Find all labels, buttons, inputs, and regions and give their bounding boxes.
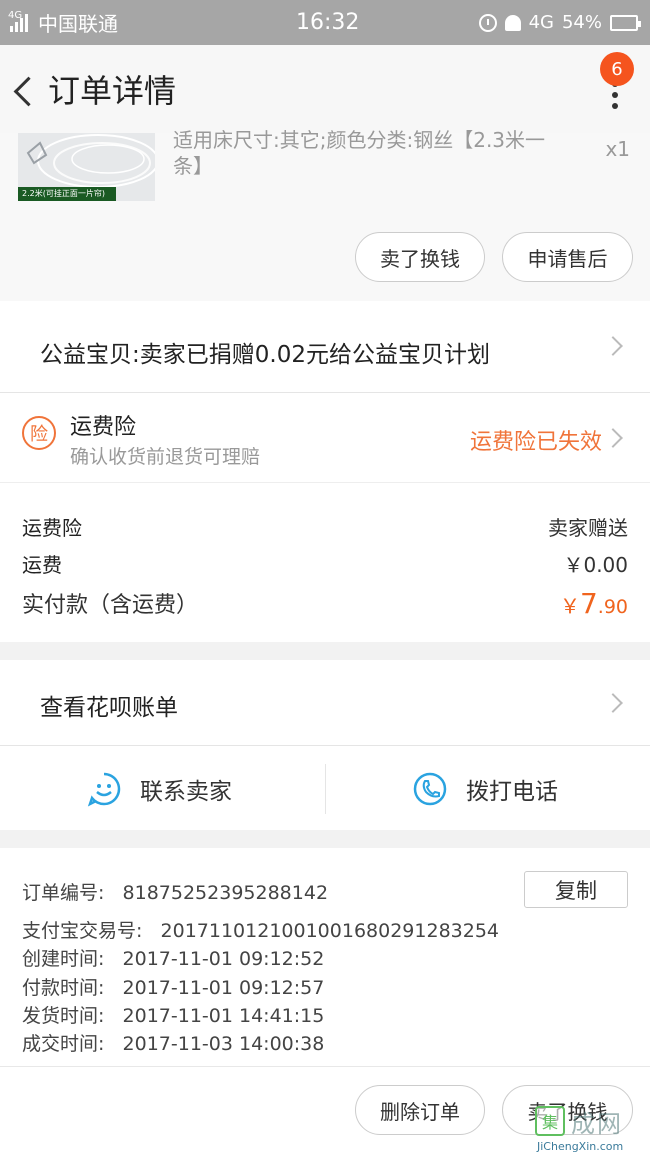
contact-seller-button[interactable]: 联系卖家 xyxy=(86,746,232,831)
chat-smile-icon xyxy=(87,772,121,806)
created-time-row: 创建时间: 2017-11-01 09:12:52 xyxy=(22,944,324,971)
order-number-label: 订单编号: xyxy=(22,882,105,904)
total-integer: 7 xyxy=(579,587,598,620)
watermark-url: JiChengXin.com xyxy=(537,1140,624,1153)
paid-time-row: 付款时间: 2017-11-01 09:12:57 xyxy=(22,973,324,1000)
battery-icon xyxy=(610,14,641,31)
created-time-label: 创建时间: xyxy=(22,948,105,970)
carrier-name: 中国联通 xyxy=(38,12,118,36)
alipay-number-label: 支付宝交易号: xyxy=(22,920,143,942)
after-sale-button[interactable]: 申请售后 xyxy=(502,232,633,282)
total-label: 实付款（含运费） xyxy=(22,593,199,618)
delete-order-button[interactable]: 删除订单 xyxy=(355,1085,485,1135)
status-bar: 4G 中国联通 16:32 4G 54% xyxy=(0,0,650,45)
order-number-row: 订单编号: 81875252395288142 xyxy=(22,878,328,905)
battery-percent: 54% xyxy=(561,12,602,33)
copy-button[interactable]: 复制 xyxy=(524,871,628,908)
completed-time: 2017-11-03 14:00:38 xyxy=(122,1033,325,1055)
huabei-text: 查看花呗账单 xyxy=(40,695,178,721)
mute-bell-icon xyxy=(504,14,521,31)
fee-value: 卖家赠送 xyxy=(548,516,628,540)
created-time: 2017-11-01 09:12:52 xyxy=(122,948,325,970)
divider xyxy=(325,764,326,814)
fee-label: 运费 xyxy=(22,553,62,577)
completed-time-row: 成交时间: 2017-11-03 14:00:38 xyxy=(22,1029,324,1056)
back-arrow-icon[interactable] xyxy=(4,59,48,119)
page-title: 订单详情 xyxy=(48,72,177,110)
shipped-time: 2017-11-01 14:41:15 xyxy=(122,1005,325,1027)
call-button[interactable]: 拨打电话 xyxy=(412,746,558,831)
fee-row-shipping: 运费 ￥0.00 xyxy=(22,549,628,578)
shipped-time-row: 发货时间: 2017-11-01 14:41:15 xyxy=(22,1001,324,1028)
insurance-title: 运费险 xyxy=(70,415,137,440)
sell-for-cash-button[interactable]: 卖了换钱 xyxy=(355,232,485,282)
completed-time-label: 成交时间: xyxy=(22,1033,105,1055)
alipay-number: 2017110121001001680291283254 xyxy=(160,920,500,942)
clock: 16:32 xyxy=(296,10,360,35)
watermark-logo-icon: 集 xyxy=(535,1106,565,1136)
total-currency: ￥ xyxy=(559,594,580,618)
thumbnail-caption: 2.2米(可挂正面一片帘) xyxy=(18,187,116,201)
product-thumbnail[interactable]: 2.2米(可挂正面一片帘) xyxy=(18,133,155,201)
insurance-icon: 险 xyxy=(22,416,56,450)
contact-bar: 联系卖家 拨打电话 xyxy=(0,745,650,830)
order-number: 81875252395288142 xyxy=(122,882,329,904)
huabei-bill-row[interactable]: 查看花呗账单 xyxy=(0,660,650,745)
chevron-right-icon xyxy=(603,336,623,356)
watermark: 集 成网 JiChengXin.com xyxy=(533,1102,650,1155)
shipped-time-label: 发货时间: xyxy=(22,1005,105,1027)
signal-icon: 4G xyxy=(8,10,28,32)
alarm-icon xyxy=(478,13,497,32)
call-label: 拨打电话 xyxy=(466,778,558,805)
insurance-subtitle: 确认收货前退货可理赔 xyxy=(70,446,261,468)
notification-badge: 6 xyxy=(600,52,634,86)
fee-summary: 运费险 卖家赠送 运费 ￥0.00 实付款（含运费） ￥7.90 xyxy=(0,482,650,642)
phone-icon xyxy=(413,772,447,805)
watermark-text: 成网 xyxy=(571,1110,623,1138)
product-card: 2.2米(可挂正面一片帘) 适用床尺寸:其它;颜色分类:钢丝【2.3米一条】 x… xyxy=(0,128,650,301)
chevron-right-icon xyxy=(603,428,623,448)
fee-label: 运费险 xyxy=(22,516,82,540)
nav-bar: 订单详情 6 xyxy=(0,45,650,133)
network-type: 4G xyxy=(528,12,554,33)
alipay-number-row: 支付宝交易号: 2017110121001001680291283254 xyxy=(22,916,499,943)
shipping-insurance-row[interactable]: 险 运费险 确认收货前退货可理赔 运费险已失效 xyxy=(0,392,650,482)
network-type-small: 4G xyxy=(8,9,23,21)
order-info: 订单编号: 81875252395288142 复制 支付宝交易号: 20171… xyxy=(0,848,650,1066)
charity-row[interactable]: 公益宝贝:卖家已捐赠0.02元给公益宝贝计划 xyxy=(0,301,650,392)
fee-row-insurance: 运费险 卖家赠送 xyxy=(22,512,628,541)
insurance-status: 运费险已失效 xyxy=(469,430,602,455)
total-amount: ￥7.90 xyxy=(560,587,628,620)
charity-text: 公益宝贝:卖家已捐赠0.02元给公益宝贝计划 xyxy=(40,342,490,368)
product-sku: 适用床尺寸:其它;颜色分类:钢丝【2.3米一条】 xyxy=(173,128,546,178)
total-decimal: .90 xyxy=(597,596,628,618)
fee-row-total: 实付款（含运费） ￥7.90 xyxy=(22,587,628,620)
paid-time: 2017-11-01 09:12:57 xyxy=(122,977,325,999)
product-quantity: x1 xyxy=(605,137,630,161)
contact-seller-label: 联系卖家 xyxy=(140,778,232,805)
paid-time-label: 付款时间: xyxy=(22,977,105,999)
fee-value: ￥0.00 xyxy=(563,553,628,577)
chevron-right-icon xyxy=(603,693,623,713)
